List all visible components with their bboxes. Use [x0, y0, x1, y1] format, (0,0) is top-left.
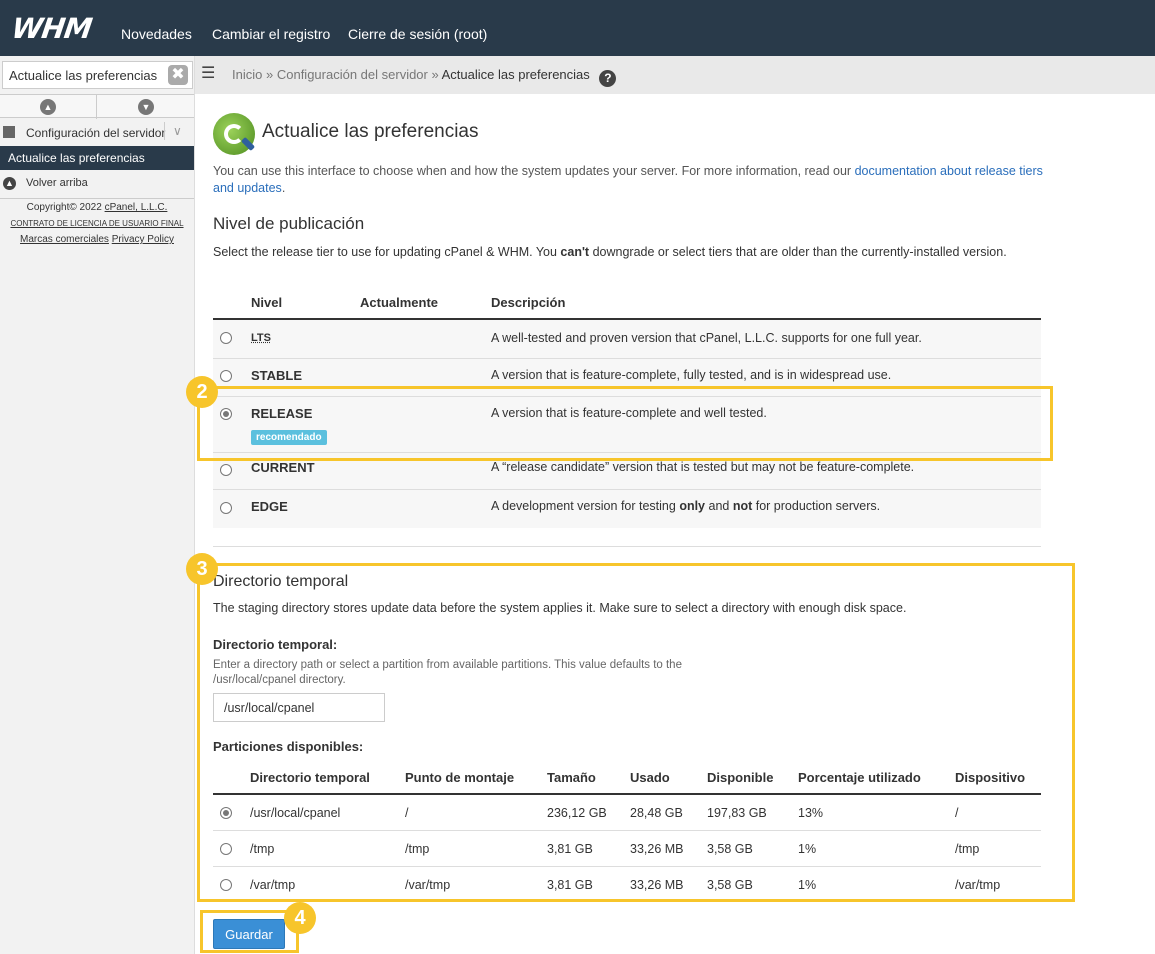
- whm-logo[interactable]: WHM: [10, 12, 94, 45]
- divider: [0, 198, 194, 199]
- tier-description: A version that is feature-complete, full…: [491, 368, 892, 382]
- tier-description: A “release candidate” version that is te…: [491, 460, 915, 474]
- tier-row-edge[interactable]: EDGE A development version for testing o…: [213, 490, 1041, 528]
- sidebar-item-update-preferences[interactable]: Actualice las preferencias: [0, 146, 194, 170]
- breadcrumb-separator: »: [265, 67, 274, 82]
- clear-search-icon[interactable]: ✖: [168, 65, 188, 85]
- company-link[interactable]: cPanel, L.L.C.: [105, 202, 168, 213]
- sidebar-category-server-config[interactable]: Configuración del servidor ∨: [0, 118, 194, 146]
- intro-text: You can use this interface to choose whe…: [213, 164, 1043, 195]
- tier-name: LTS: [251, 332, 271, 344]
- highlight-box-release: [197, 386, 1053, 461]
- tier-name: CURRENT: [251, 460, 315, 475]
- breadcrumb: Inicio » Configuración del servidor » Ac…: [232, 67, 617, 87]
- trademarks-link[interactable]: Marcas comerciales: [20, 234, 109, 245]
- sidebar-search-input[interactable]: Actualice las preferencias ✖: [2, 61, 193, 89]
- search-value: Actualice las preferencias: [9, 68, 158, 83]
- back-to-top-label: Volver arriba: [26, 177, 88, 189]
- sidebar-footer: Copyright© 2022 cPanel, L.L.C. CONTRATO …: [0, 200, 194, 248]
- breadcrumb-bar: ☰ Inicio » Configuración del servidor » …: [195, 56, 1155, 94]
- section-divider: [213, 546, 1041, 547]
- chevron-down-icon[interactable]: ∨: [164, 122, 182, 140]
- column-header: Descripción: [491, 295, 566, 310]
- step-badge-4: 4: [284, 902, 316, 934]
- top-navbar: WHM Novedades Cambiar el registro Cierre…: [0, 0, 1155, 56]
- tier-radio-stable[interactable]: [220, 370, 232, 382]
- update-preferences-icon: [213, 113, 256, 155]
- release-tier-description: Select the release tier to use for updat…: [213, 245, 1007, 259]
- section-title-release-tier: Nivel de publicación: [213, 214, 365, 233]
- tier-description: A development version for testing only a…: [491, 499, 881, 513]
- step-badge-2: 2: [186, 376, 218, 408]
- breadcrumb-home[interactable]: Inicio: [232, 67, 262, 82]
- server-config-icon: [3, 126, 15, 138]
- tier-row-lts[interactable]: LTS A well-tested and proven version tha…: [213, 320, 1041, 359]
- tier-name: STABLE: [251, 368, 303, 383]
- tier-name: EDGE: [251, 499, 288, 514]
- nav-news[interactable]: Novedades: [121, 26, 192, 42]
- help-icon[interactable]: ?: [599, 70, 617, 87]
- menu-toggle-icon[interactable]: ☰: [201, 66, 221, 82]
- tier-radio-lts[interactable]: [220, 332, 232, 344]
- menu-collapse-strip: ▲ ▼: [0, 94, 194, 119]
- highlight-box-staging: [197, 563, 1075, 902]
- arrow-up-icon: ▲: [3, 177, 16, 190]
- eula-link[interactable]: CONTRATO DE LICENCIA DE USUARIO FINAL: [10, 219, 183, 228]
- table-header: Nivel Actualmente Descripción: [213, 288, 1041, 320]
- back-to-top-link[interactable]: ▲ Volver arriba: [0, 172, 194, 196]
- page-title: Actualice las preferencias: [262, 121, 479, 142]
- breadcrumb-separator: »: [431, 67, 439, 82]
- column-header: Actualmente: [360, 295, 439, 310]
- collapse-up-icon[interactable]: ▲: [40, 99, 56, 115]
- tier-radio-current[interactable]: [220, 464, 232, 476]
- breadcrumb-current: Actualice las preferencias: [441, 67, 590, 82]
- divider: [96, 95, 97, 119]
- sidebar: Actualice las preferencias ✖ ▲ ▼ Configu…: [0, 56, 195, 954]
- tier-radio-edge[interactable]: [220, 502, 232, 514]
- step-badge-3: 3: [186, 553, 218, 585]
- nav-change-log[interactable]: Cambiar el registro: [212, 26, 330, 42]
- tier-description: A well-tested and proven version that cP…: [491, 331, 922, 345]
- expand-down-icon[interactable]: ▼: [138, 99, 154, 115]
- breadcrumb-server-config[interactable]: Configuración del servidor: [277, 67, 428, 82]
- nav-logout[interactable]: Cierre de sesión (root): [348, 26, 487, 42]
- column-header: Nivel: [251, 295, 283, 310]
- copyright-text: Copyright© 2022: [26, 202, 102, 213]
- category-label: Configuración del servidor: [26, 126, 166, 140]
- privacy-link[interactable]: Privacy Policy: [112, 234, 174, 245]
